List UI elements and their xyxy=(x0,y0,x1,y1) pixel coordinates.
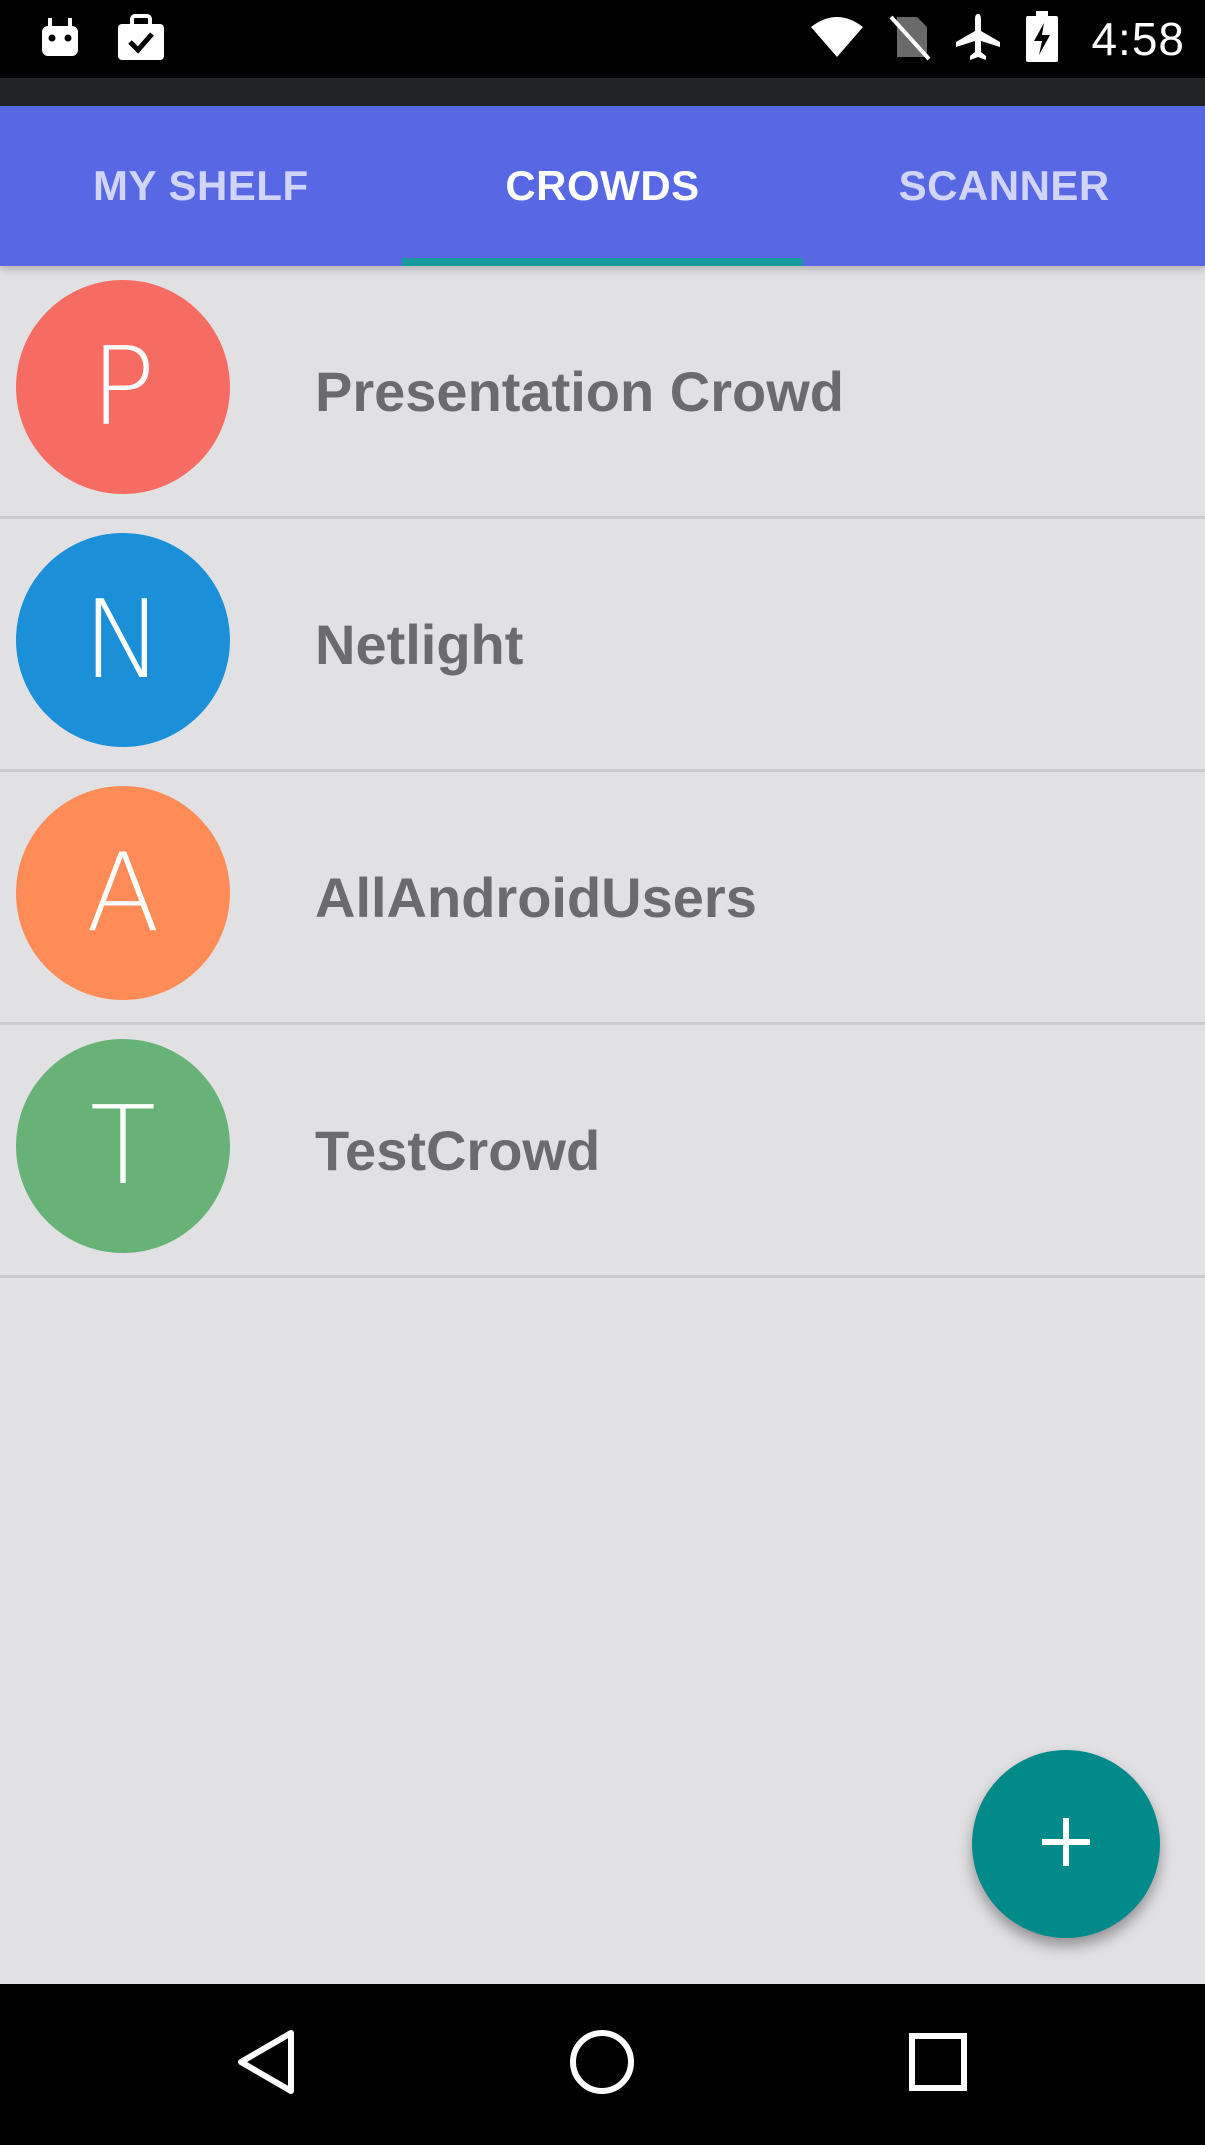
screen: 4:58 MY SHELF CROWDS SCANNER P Presentat… xyxy=(0,0,1205,2145)
clock: 4:58 xyxy=(1091,13,1185,65)
toolbar xyxy=(0,78,1205,106)
crowd-name: Netlight xyxy=(315,612,524,676)
avatar: A xyxy=(16,786,230,1000)
list-item[interactable]: T TestCrowd xyxy=(0,1025,1205,1278)
tab-crowds[interactable]: CROWDS xyxy=(401,106,804,266)
tab-my-shelf[interactable]: MY SHELF xyxy=(0,106,402,266)
tab-bar: MY SHELF CROWDS SCANNER xyxy=(0,106,1205,266)
crowd-list: P Presentation Crowd N Netlight A AllAnd… xyxy=(0,266,1205,1984)
crowd-name: AllAndroidUsers xyxy=(315,865,757,929)
crowd-name: Presentation Crowd xyxy=(315,359,844,423)
tab-scanner[interactable]: SCANNER xyxy=(803,106,1205,266)
list-item[interactable]: N Netlight xyxy=(0,519,1205,772)
list-item[interactable]: P Presentation Crowd xyxy=(0,266,1205,519)
battery-charging-icon xyxy=(1025,10,1059,68)
back-button[interactable] xyxy=(218,2014,318,2114)
list-item[interactable]: A AllAndroidUsers xyxy=(0,772,1205,1025)
home-button[interactable] xyxy=(552,2014,652,2114)
avatar: N xyxy=(16,533,230,747)
avatar: T xyxy=(16,1039,230,1253)
airplane-mode-icon xyxy=(953,12,1003,67)
add-crowd-button[interactable] xyxy=(972,1750,1160,1938)
plus-icon xyxy=(1038,1814,1094,1875)
no-sim-icon xyxy=(887,13,931,66)
clipboard-check-icon xyxy=(116,13,166,67)
back-icon xyxy=(233,2027,303,2102)
wifi-icon xyxy=(809,15,865,64)
home-icon xyxy=(566,2026,638,2103)
crowd-name: TestCrowd xyxy=(315,1118,601,1182)
avatar: P xyxy=(16,280,230,494)
recents-icon xyxy=(906,2030,970,2099)
recents-button[interactable] xyxy=(888,2014,988,2114)
status-bar: 4:58 xyxy=(0,0,1205,78)
android-debug-icon xyxy=(38,16,82,65)
navigation-bar xyxy=(0,1984,1205,2145)
